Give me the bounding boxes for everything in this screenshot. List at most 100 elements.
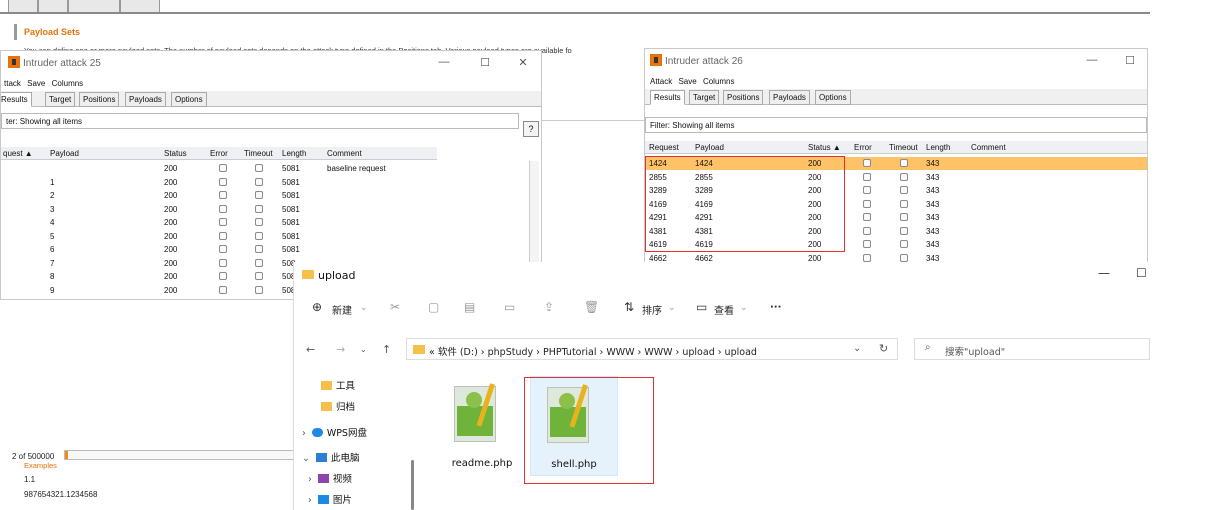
minimize-icon[interactable]: — <box>437 56 451 68</box>
window-titlebar: Intruder attack 25 — ☐ ✕ <box>1 51 541 75</box>
address-bar[interactable]: « 软件 (D:) › phpStudy › PHPTutorial › WWW… <box>406 338 898 360</box>
column-payload[interactable]: Payload <box>50 149 79 158</box>
tab-options[interactable]: Options <box>815 90 851 105</box>
copy-icon[interactable]: ▢ <box>428 300 439 314</box>
status-cell: 200 <box>164 245 178 254</box>
file-explorer-window: upload — ☐ ⊕ 新建 ⌄ ✂ ▢ ▤ ▭ ⇪ 🗑 ⇅ 排序 ⌄ ▭ 查… <box>293 262 1205 510</box>
back-icon[interactable]: ← <box>306 343 315 356</box>
background-tab[interactable] <box>38 0 68 12</box>
column-error[interactable]: Error <box>854 143 872 152</box>
tab-payloads[interactable]: Payloads <box>125 92 166 107</box>
column-status[interactable]: Status <box>164 149 187 158</box>
background-tab[interactable] <box>68 0 120 12</box>
table-row[interactable]: 200 5081 baseline request <box>1 162 437 175</box>
table-row[interactable]: 2 200 5081 <box>1 189 437 202</box>
menu-save[interactable]: Save <box>27 79 45 88</box>
column-timeout[interactable]: Timeout <box>244 149 273 158</box>
navigation-scrollbar[interactable] <box>411 460 414 510</box>
column-request[interactable]: Request <box>649 143 679 152</box>
share-icon[interactable]: ⇪ <box>544 300 554 314</box>
chevron-down-icon: ⌄ <box>360 303 368 313</box>
filter-bar[interactable]: Filter: Showing all items <box>645 117 1147 133</box>
help-button[interactable]: ? <box>523 121 539 137</box>
column-length[interactable]: Length <box>282 149 306 158</box>
sort-button[interactable]: 排序 <box>642 302 662 317</box>
menu-save[interactable]: Save <box>678 77 696 86</box>
table-row[interactable]: 1 200 5081 <box>1 176 437 189</box>
column-length[interactable]: Length <box>926 143 950 152</box>
forward-icon[interactable]: → <box>336 343 345 356</box>
refresh-icon[interactable]: ↻ <box>879 342 888 355</box>
more-button[interactable]: ··· <box>770 302 781 313</box>
tab-results[interactable]: Results <box>1 92 32 107</box>
chevron-down-icon[interactable]: ⌄ <box>853 343 861 354</box>
chevron-right-icon[interactable]: › <box>308 495 312 506</box>
status-cell: 200 <box>164 272 178 281</box>
tab-positions[interactable]: Positions <box>723 90 764 105</box>
search-box[interactable]: ⌕ 搜索"upload" <box>914 338 1150 360</box>
sidebar-item-archive[interactable]: 归档 <box>321 399 355 413</box>
sidebar-item-tools[interactable]: 工具 <box>321 378 355 392</box>
table-row[interactable]: 6 200 5081 <box>1 243 437 256</box>
sidebar-item-wps-cloud[interactable]: › WPS网盘 <box>302 425 367 439</box>
payload-cell: 5 <box>50 231 55 241</box>
burp-logo-icon <box>650 54 662 66</box>
menu-columns[interactable]: Columns <box>703 77 735 86</box>
navigation-pane: 工具 归档 › WPS网盘 ⌄ 此电脑 › 视频 › 图片 <box>294 370 416 510</box>
payload-cell: 3 <box>50 204 55 214</box>
menu-attack[interactable]: ttack <box>4 79 21 88</box>
file-item-readme[interactable]: readme.php <box>438 376 526 476</box>
payload-cell: 7 <box>50 258 55 268</box>
minimize-icon[interactable]: — <box>1098 266 1110 280</box>
view-button[interactable]: 查看 <box>714 302 734 317</box>
column-comment[interactable]: Comment <box>327 149 362 158</box>
menu-columns[interactable]: Columns <box>52 79 84 88</box>
recent-chevron-icon[interactable]: ⌄ <box>360 345 367 354</box>
status-cell: 200 <box>164 164 178 173</box>
column-status[interactable]: Status ▲ <box>808 143 841 152</box>
menu-attack[interactable]: Attack <box>650 77 672 86</box>
highlight-box <box>645 156 845 252</box>
table-row[interactable]: 5 200 5081 <box>1 230 437 243</box>
tab-positions[interactable]: Positions <box>79 92 120 107</box>
minimize-icon[interactable]: — <box>1085 54 1099 66</box>
length-cell: 343 <box>926 240 940 249</box>
tab-payloads[interactable]: Payloads <box>769 90 810 105</box>
background-tab[interactable] <box>8 0 38 12</box>
background-tab-strip <box>0 0 1150 14</box>
window-title: Intruder attack 26 <box>665 56 743 67</box>
table-row[interactable]: 4 200 5081 <box>1 216 437 229</box>
column-error[interactable]: Error <box>210 149 228 158</box>
chevron-down-icon[interactable]: ⌄ <box>302 453 310 464</box>
new-button[interactable]: 新建 <box>332 302 352 317</box>
breadcrumb-path[interactable]: « 软件 (D:) › phpStudy › PHPTutorial › WWW… <box>429 344 757 358</box>
paste-icon[interactable]: ▤ <box>464 300 475 314</box>
close-icon[interactable]: ✕ <box>516 56 530 69</box>
column-payload[interactable]: Payload <box>695 143 724 152</box>
table-row[interactable]: 3 200 5081 <box>1 203 437 216</box>
up-icon[interactable]: ↑ <box>382 343 391 356</box>
cut-icon[interactable]: ✂ <box>390 300 400 314</box>
column-timeout[interactable]: Timeout <box>889 143 918 152</box>
maximize-icon[interactable]: ☐ <box>478 56 492 69</box>
tab-options[interactable]: Options <box>171 92 207 107</box>
search-input[interactable]: 搜索"upload" <box>945 344 1005 358</box>
sidebar-item-this-pc[interactable]: ⌄ 此电脑 <box>302 450 359 464</box>
example-value: 1.1 <box>24 475 36 484</box>
delete-icon[interactable]: 🗑 <box>584 300 599 314</box>
column-request[interactable]: quest ▲ <box>3 149 33 158</box>
tab-target[interactable]: Target <box>689 90 720 105</box>
column-comment[interactable]: Comment <box>971 143 1006 152</box>
tab-results[interactable]: Results <box>650 90 685 105</box>
maximize-icon[interactable]: ☐ <box>1123 54 1137 67</box>
sidebar-item-pictures[interactable]: › 图片 <box>308 492 352 506</box>
filter-bar[interactable]: ter: Showing all items <box>1 113 519 129</box>
tab-target[interactable]: Target <box>45 92 76 107</box>
rename-icon[interactable]: ▭ <box>504 300 515 314</box>
error-checkbox <box>863 199 871 208</box>
background-tab[interactable] <box>120 0 160 12</box>
chevron-right-icon[interactable]: › <box>302 428 306 439</box>
chevron-right-icon[interactable]: › <box>308 474 312 485</box>
sidebar-item-videos[interactable]: › 视频 <box>308 471 352 485</box>
maximize-icon[interactable]: ☐ <box>1136 266 1147 280</box>
